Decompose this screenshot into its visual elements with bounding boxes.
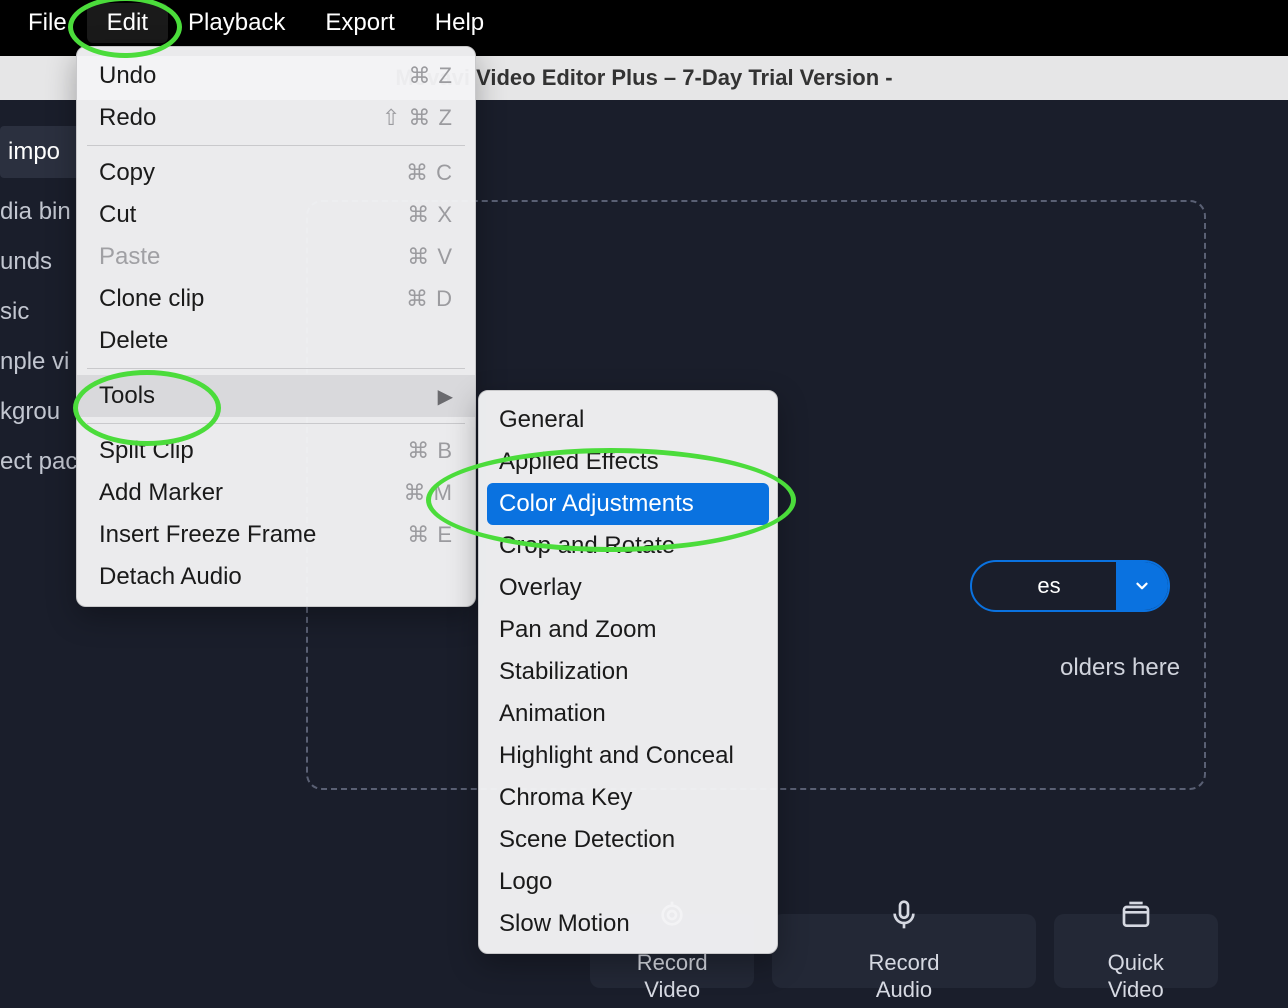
submenu-item-label: Highlight and Conceal [499, 742, 734, 770]
submenu-item-applied-effects[interactable]: Applied Effects [479, 441, 777, 483]
submenu-item-overlay[interactable]: Overlay [479, 567, 777, 609]
chevron-down-icon[interactable] [1116, 562, 1168, 610]
mic-icon [888, 899, 920, 937]
submenu-item-chroma-key[interactable]: Chroma Key [479, 777, 777, 819]
menu-separator [87, 423, 465, 424]
submenu-item-scene-detection[interactable]: Scene Detection [479, 819, 777, 861]
submenu-item-logo[interactable]: Logo [479, 861, 777, 903]
menu-item-shortcut: ⌘ E [407, 522, 453, 548]
window-icon [1120, 899, 1152, 937]
chevron-right-icon: ▶ [438, 384, 453, 409]
menu-item-label: Undo [99, 62, 156, 90]
menu-separator [87, 145, 465, 146]
menu-item-delete[interactable]: Delete [77, 320, 475, 362]
menu-item-detach-audio[interactable]: Detach Audio [77, 556, 475, 598]
menu-item-clone-clip[interactable]: Clone clip ⌘ D [77, 278, 475, 320]
submenu-item-label: Color Adjustments [499, 490, 694, 518]
menubar-item-file[interactable]: File [8, 3, 87, 43]
menubar-item-export[interactable]: Export [305, 3, 414, 43]
submenu-item-label: Pan and Zoom [499, 616, 656, 644]
add-files-label: es [972, 573, 1116, 599]
submenu-item-label: Animation [499, 700, 606, 728]
drop-hint-text: olders here [1060, 654, 1180, 682]
menu-item-undo[interactable]: Undo ⌘ Z [77, 55, 475, 97]
menu-item-add-marker[interactable]: Add Marker ⌘ M [77, 472, 475, 514]
menubar: File Edit Playback Export Help [0, 0, 1288, 46]
menu-item-cut[interactable]: Cut ⌘ X [77, 194, 475, 236]
menu-item-shortcut: ⌘ Z [408, 63, 453, 89]
menu-item-label: Clone clip [99, 285, 204, 313]
submenu-item-label: Crop and Rotate [499, 532, 675, 560]
tile-label: Video [644, 977, 700, 1002]
menu-item-paste: Paste ⌘ V [77, 236, 475, 278]
menu-item-redo[interactable]: Redo ⇧ ⌘ Z [77, 97, 475, 139]
menu-item-label: Paste [99, 243, 160, 271]
submenu-item-label: Chroma Key [499, 784, 632, 812]
sidebar-tab-import[interactable]: impo [0, 126, 80, 178]
add-files-button[interactable]: es [970, 560, 1170, 612]
menu-item-label: Cut [99, 201, 136, 229]
menu-item-shortcut: ⌘ D [406, 286, 453, 312]
menu-item-label: Detach Audio [99, 563, 242, 591]
tile-label: Video [1108, 977, 1164, 1002]
menu-item-label: Split Clip [99, 437, 194, 465]
tools-submenu: General Applied Effects Color Adjustment… [478, 390, 778, 954]
menu-item-label: Redo [99, 104, 156, 132]
quick-video-tile[interactable]: QuickVideo [1054, 914, 1218, 988]
submenu-item-color-adjustments[interactable]: Color Adjustments [487, 483, 769, 525]
submenu-item-label: Applied Effects [499, 448, 659, 476]
menu-item-split-clip[interactable]: Split Clip ⌘ B [77, 430, 475, 472]
menu-item-copy[interactable]: Copy ⌘ C [77, 152, 475, 194]
submenu-item-label: Stabilization [499, 658, 628, 686]
submenu-item-highlight-conceal[interactable]: Highlight and Conceal [479, 735, 777, 777]
submenu-item-label: Scene Detection [499, 826, 675, 854]
menu-item-shortcut: ⇧ ⌘ Z [382, 105, 453, 131]
menu-item-label: Insert Freeze Frame [99, 521, 316, 549]
menubar-item-help[interactable]: Help [415, 3, 504, 43]
menu-item-label: Delete [99, 327, 168, 355]
submenu-item-label: Slow Motion [499, 910, 630, 938]
menubar-item-edit[interactable]: Edit [87, 3, 168, 43]
menu-item-label: Tools [99, 382, 155, 410]
tile-label: Record [869, 950, 940, 975]
menu-separator [87, 368, 465, 369]
menu-item-shortcut: ⌘ V [407, 244, 453, 270]
menu-item-label: Copy [99, 159, 155, 187]
submenu-item-animation[interactable]: Animation [479, 693, 777, 735]
menu-item-label: Add Marker [99, 479, 223, 507]
menu-item-tools[interactable]: Tools ▶ [77, 375, 475, 417]
submenu-item-crop-rotate[interactable]: Crop and Rotate [479, 525, 777, 567]
menu-item-insert-freeze-frame[interactable]: Insert Freeze Frame ⌘ E [77, 514, 475, 556]
menu-item-shortcut: ⌘ X [407, 202, 453, 228]
submenu-item-label: Overlay [499, 574, 582, 602]
menu-item-shortcut: ⌘ M [404, 480, 453, 506]
menu-item-shortcut: ⌘ C [406, 160, 453, 186]
menu-item-shortcut: ⌘ B [407, 438, 453, 464]
record-audio-tile[interactable]: RecordAudio [772, 914, 1035, 988]
submenu-item-pan-zoom[interactable]: Pan and Zoom [479, 609, 777, 651]
menubar-item-playback[interactable]: Playback [168, 3, 305, 43]
tile-label: Quick [1108, 950, 1164, 975]
submenu-item-label: General [499, 406, 584, 434]
tile-label: Audio [876, 977, 932, 1002]
submenu-item-slow-motion[interactable]: Slow Motion [479, 903, 777, 945]
submenu-item-label: Logo [499, 868, 552, 896]
submenu-item-stabilization[interactable]: Stabilization [479, 651, 777, 693]
submenu-item-general[interactable]: General [479, 399, 777, 441]
edit-menu: Undo ⌘ Z Redo ⇧ ⌘ Z Copy ⌘ C Cut ⌘ X Pas… [76, 46, 476, 607]
